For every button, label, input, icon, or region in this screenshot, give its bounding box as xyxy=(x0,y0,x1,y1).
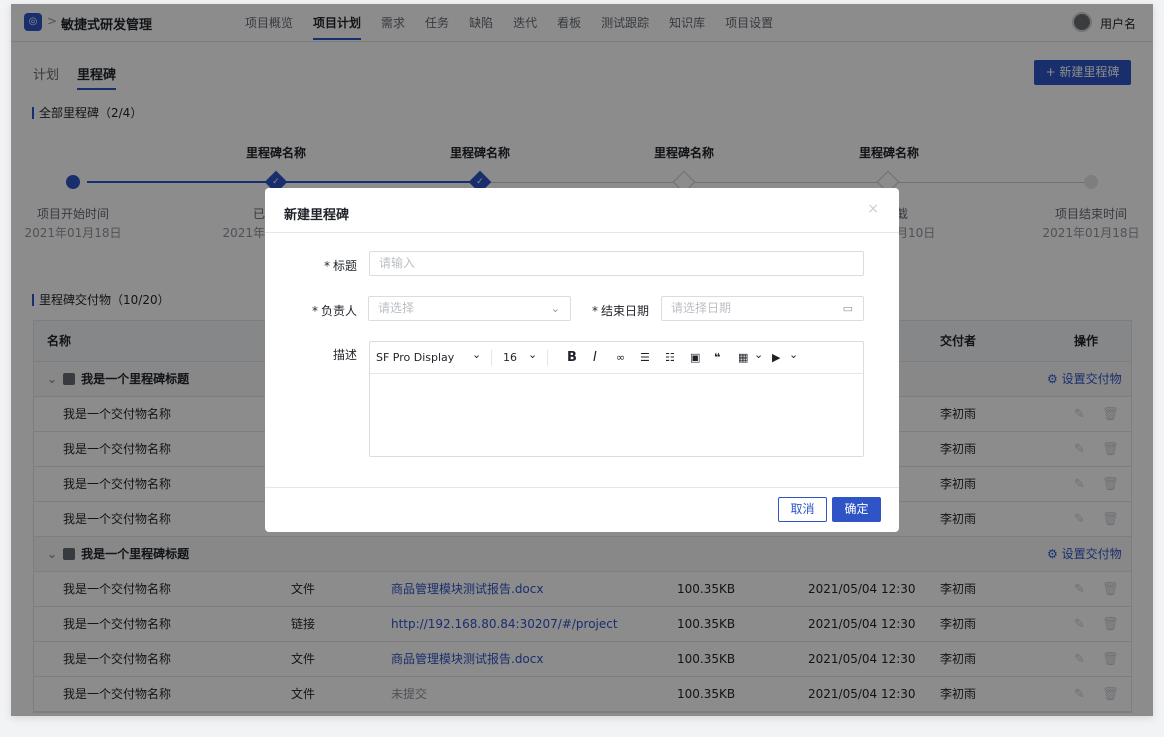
link-icon[interactable]: ∞ xyxy=(616,351,625,364)
bullet-list-icon[interactable]: ☰ xyxy=(640,351,650,364)
editor-content[interactable] xyxy=(370,374,863,456)
title-label: * 标题 xyxy=(305,257,357,274)
chevron-down-icon[interactable]: ⌄ xyxy=(789,348,798,361)
desc-label: 描述 xyxy=(332,348,357,362)
owner-placeholder: 请选择 xyxy=(378,301,415,315)
app-window: ◎ > 敏捷式研发管理 ∨ 项目概览 项目计划 需求 任务 缺陷 迭代 看板 测… xyxy=(11,4,1153,716)
close-icon[interactable]: × xyxy=(867,201,879,217)
chevron-down-icon[interactable]: ⌄ xyxy=(528,348,537,361)
title-label-text: 标题 xyxy=(332,259,357,273)
end-date-label: * 结束日期 xyxy=(583,302,649,319)
owner-label: * 负责人 xyxy=(305,302,357,319)
chevron-down-icon[interactable]: ⌄ xyxy=(472,348,481,361)
video-icon[interactable]: ▶ xyxy=(772,351,780,364)
image-icon[interactable]: ▣ xyxy=(690,351,700,364)
required-mark: * xyxy=(591,304,598,318)
owner-select[interactable]: 请选择 ⌄ xyxy=(368,296,571,321)
calendar-icon: ▭ xyxy=(842,302,853,315)
numbered-list-icon[interactable]: ☷ xyxy=(665,351,675,364)
required-mark: * xyxy=(311,304,318,318)
title-input[interactable]: 请输入 xyxy=(369,251,864,276)
font-size-select[interactable]: 16 xyxy=(503,351,517,364)
toolbar-divider xyxy=(547,350,548,366)
bold-icon[interactable]: B xyxy=(567,350,577,365)
owner-label-text: 负责人 xyxy=(320,304,357,318)
new-milestone-dialog: 新建里程碑 × * 标题 请输入 * 负责人 请选择 ⌄ * 结束日期 请选择日期 ▭ 描… xyxy=(265,188,899,532)
chevron-down-icon: ⌄ xyxy=(550,302,560,315)
font-family-select[interactable]: SF Pro Display xyxy=(376,351,454,364)
dialog-footer-divider xyxy=(265,487,899,488)
italic-icon[interactable]: I xyxy=(593,350,597,365)
cancel-button[interactable]: 取消 xyxy=(778,497,827,522)
end-date-picker[interactable]: 请选择日期 ▭ xyxy=(661,296,864,321)
end-date-label-text: 结束日期 xyxy=(600,304,649,318)
dialog-title: 新建里程碑 xyxy=(284,208,350,223)
editor-toolbar: SF Pro Display ⌄ 16 ⌄ B I ∞ ☰ ☷ ▣ ❝ ▦ ⌄ … xyxy=(370,342,863,374)
required-mark: * xyxy=(323,259,330,273)
end-date-placeholder: 请选择日期 xyxy=(671,301,732,315)
table-icon[interactable]: ▦ xyxy=(738,351,748,364)
toolbar-divider xyxy=(491,350,492,366)
dialog-divider xyxy=(265,232,899,233)
quote-icon[interactable]: ❝ xyxy=(714,351,720,364)
confirm-button[interactable]: 确定 xyxy=(832,497,881,522)
rich-text-editor: SF Pro Display ⌄ 16 ⌄ B I ∞ ☰ ☷ ▣ ❝ ▦ ⌄ … xyxy=(369,341,864,457)
chevron-down-icon[interactable]: ⌄ xyxy=(754,348,763,361)
